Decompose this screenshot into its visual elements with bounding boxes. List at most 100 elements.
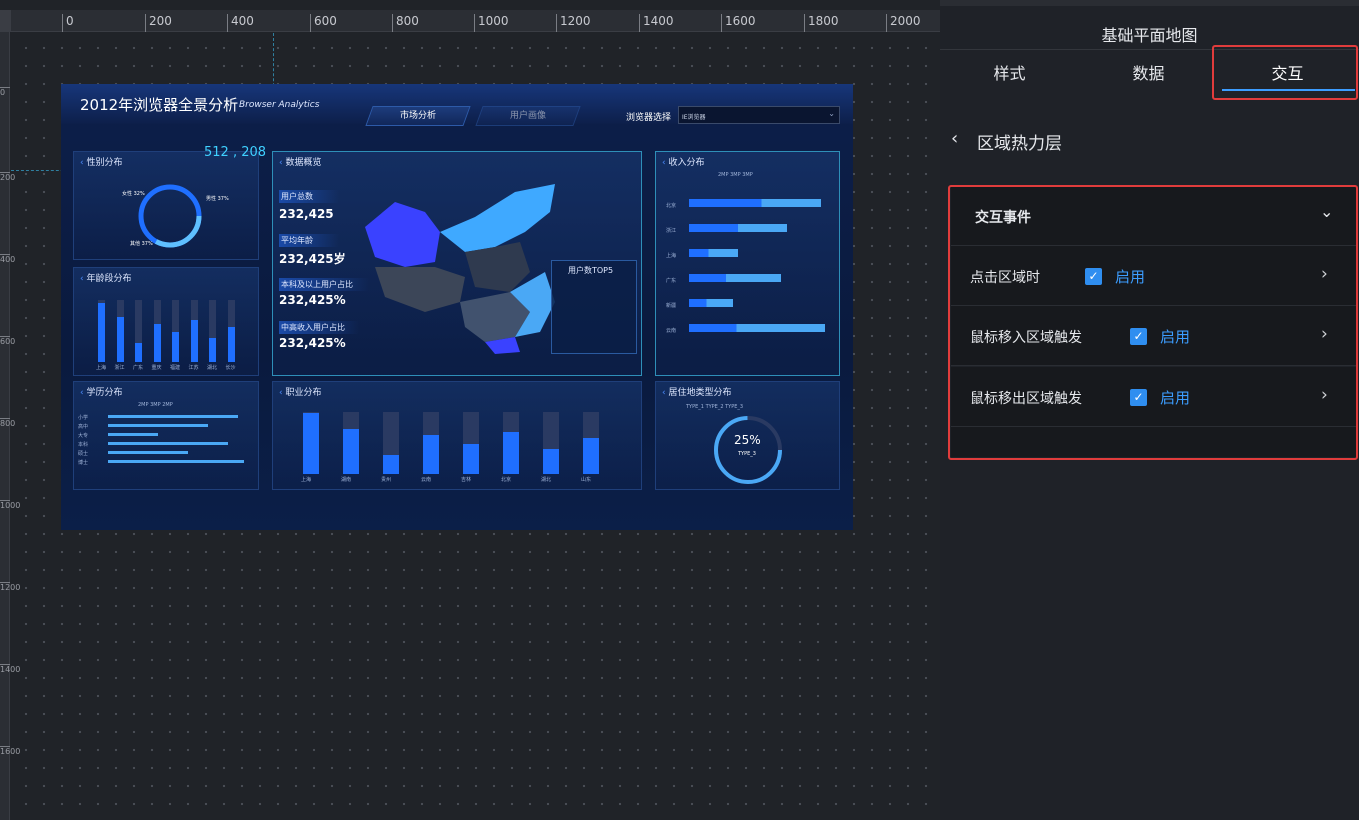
- panel-title: 基础平面地图: [1101, 26, 1198, 45]
- income-bar: [689, 224, 787, 232]
- ruler-corner[interactable]: [0, 10, 11, 32]
- panel-title: 性别分布: [80, 155, 122, 168]
- income-bar: [689, 299, 733, 307]
- edu-bar: [108, 442, 228, 445]
- bar-category-label: 贵州: [381, 477, 392, 483]
- vertical-ruler: 0 200 400 600 800 1000 1200 1400 1600: [0, 32, 20, 820]
- edu-row-label: 硕士: [78, 451, 89, 457]
- bar: [135, 343, 142, 362]
- edu-row-label: 小学: [78, 415, 89, 421]
- panel-top-strip: [940, 0, 1359, 6]
- panel-age[interactable]: 年龄段分布 上海 浙江 广东 重庆 福建 江苏 湖北 长沙: [73, 267, 259, 376]
- ruler-tick: 1000: [474, 14, 509, 32]
- ruler-tick: 600: [310, 14, 337, 32]
- tab-style[interactable]: 样式: [940, 60, 1079, 84]
- bar-category-label: 湖南: [341, 477, 352, 483]
- gender-label-other: 其他 37%: [130, 241, 153, 247]
- panel-gender[interactable]: 性别分布 女性 32% 男性 37% 其他 37%: [73, 151, 259, 260]
- ruler-tick: 400: [227, 14, 254, 32]
- ruler-tick: 1400: [639, 14, 674, 32]
- panel-title: 职业分布: [279, 385, 321, 398]
- stat-value: 232,425: [279, 207, 334, 221]
- panel-income[interactable]: 收入分布 2MP 3MP 3MP 北京 浙江 上海 广东 新疆 云南: [655, 151, 840, 376]
- income-row-label: 上海: [666, 253, 677, 259]
- edu-bar: [108, 424, 208, 427]
- living-legend: TYPE_1 TYPE_2 TYPE_3: [686, 404, 744, 410]
- bar-category-label: 湖北: [207, 365, 218, 371]
- bar: [383, 455, 399, 474]
- edu-bar: [108, 451, 188, 454]
- ruler-tick: 600: [0, 336, 16, 346]
- bar-category-label: 上海: [96, 365, 107, 371]
- panel-overview[interactable]: 数据概览 用户总数 232,425 平均年龄 232,425岁 本科及以上用户占…: [272, 151, 642, 376]
- living-center-value: 25%: [734, 433, 761, 447]
- layer-title: 区域热力层: [977, 134, 1062, 154]
- ruler-tick: 400: [0, 254, 16, 264]
- coordinate-readout: 512 , 208: [204, 145, 267, 160]
- bar-category-label: 长沙: [225, 365, 236, 371]
- income-row-label: 北京: [666, 203, 677, 209]
- bar: [153, 323, 161, 362]
- editor-workspace: 0 200 400 600 800 1000 1200 1400 1600 18…: [0, 0, 940, 820]
- panel-title: 数据概览: [279, 155, 321, 168]
- bar-category-label: 福建: [170, 365, 181, 371]
- stat-value: 232,425%: [279, 336, 346, 350]
- edu-bar: [108, 460, 244, 463]
- china-map[interactable]: [345, 172, 565, 357]
- nav-tab-market[interactable]: 市场分析: [365, 106, 471, 126]
- horizontal-ruler: 0 200 400 600 800 1000 1200 1400 1600 18…: [0, 10, 940, 32]
- panel-living[interactable]: 居住地类型分布 TYPE_1 TYPE_2 TYPE_3 25% TYPE_3: [655, 381, 840, 490]
- gender-label-female: 女性 32%: [122, 191, 145, 197]
- income-bar: [689, 249, 738, 257]
- bar: [98, 303, 105, 362]
- ruler-tick: 0: [62, 14, 74, 32]
- bar-category-label: 云南: [421, 477, 432, 483]
- edu-row-label: 高中: [78, 424, 89, 430]
- ruler-tick: 200: [0, 172, 16, 182]
- age-bar-chart: 上海 浙江 广东 重庆 福建 江苏 湖北 长沙: [96, 300, 248, 371]
- job-bar-chart: 上海 湖南 贵州 云南 吉林 北京 湖北 山东: [301, 412, 633, 483]
- income-row-label: 新疆: [666, 303, 677, 309]
- ruler-tick: 800: [0, 418, 16, 428]
- ruler-tick: 1800: [804, 14, 839, 32]
- chevron-down-icon: ⌄: [828, 109, 835, 118]
- bar-category-label: 北京: [501, 477, 512, 483]
- bar: [463, 444, 479, 474]
- income-bar: [689, 274, 781, 282]
- living-center-label: TYPE_3: [738, 451, 756, 457]
- ruler-tick: 800: [392, 14, 419, 32]
- bar: [209, 338, 216, 362]
- income-row-label: 云南: [666, 328, 677, 334]
- dashboard-subtitle: Browser Analytics: [239, 100, 320, 110]
- living-ring-chart: [714, 416, 782, 484]
- nav-tab-user[interactable]: 用户画像: [475, 106, 581, 126]
- panel-education[interactable]: 学历分布 2MP 3MP 2MP 小学 高中 大专 本科 硕士 博士: [73, 381, 259, 490]
- stat-label: 平均年龄: [279, 234, 339, 247]
- bar: [227, 326, 235, 362]
- panel-title: 年龄段分布: [80, 271, 131, 284]
- edu-row-label: 本科: [78, 442, 89, 448]
- bar-category-label: 湖北: [541, 477, 552, 483]
- bar: [583, 438, 599, 474]
- bar-category-label: 山东: [581, 477, 592, 483]
- bar-category-label: 吉林: [461, 477, 472, 483]
- chevron-left-icon[interactable]: ‹: [951, 128, 958, 149]
- ruler-tick: 1000: [0, 500, 20, 510]
- dashboard-screen[interactable]: 2012年浏览器全景分析 Browser Analytics 市场分析 用户画像…: [61, 84, 853, 530]
- bar: [343, 428, 359, 474]
- edu-bar: [108, 433, 158, 436]
- browser-select[interactable]: IE浏览器 ⌄: [678, 106, 840, 124]
- income-bar: [689, 199, 821, 207]
- bar-category-label: 浙江: [114, 365, 125, 371]
- top5-title: 用户数TOP5: [568, 266, 614, 275]
- income-row-label: 浙江: [666, 228, 677, 234]
- tab-data[interactable]: 数据: [1079, 60, 1218, 84]
- top5-box: 用户数TOP5: [551, 260, 637, 354]
- panel-occupation[interactable]: 职业分布 上海 湖南 贵州 云南 吉林 北京 湖北 山东: [272, 381, 642, 490]
- panel-title: 居住地类型分布: [662, 385, 731, 398]
- ruler-tick: 1400: [0, 664, 20, 674]
- bar-category-label: 江苏: [188, 365, 199, 371]
- ruler-tick: 200: [145, 14, 172, 32]
- bar: [172, 332, 179, 362]
- edu-legend: 2MP 3MP 2MP: [138, 402, 173, 408]
